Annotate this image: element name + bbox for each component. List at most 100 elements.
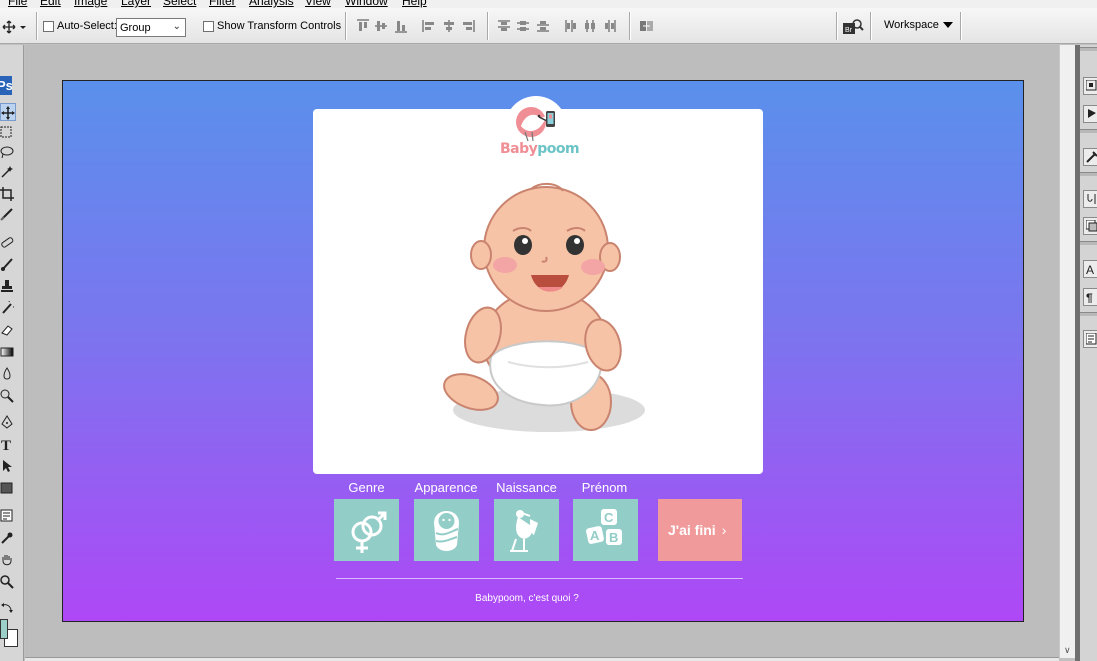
gender-icon	[351, 511, 387, 553]
brand-logo-text: Babypoom	[500, 141, 580, 157]
svg-text:A: A	[1086, 263, 1094, 275]
menu-filter[interactable]: Filter	[209, 0, 236, 8]
align-top-icon[interactable]	[356, 19, 370, 33]
navigator-icon[interactable]	[1083, 77, 1097, 95]
gradient-tool[interactable]	[0, 343, 16, 361]
distribute-center-icon[interactable]	[516, 19, 530, 33]
chevron-right-icon: ›	[721, 522, 727, 538]
pen-tool[interactable]	[0, 413, 16, 431]
distribute-hcenter-icon[interactable]	[583, 19, 597, 33]
notes-panel-icon[interactable]	[1083, 330, 1097, 348]
done-button-label: J'ai fini	[668, 522, 716, 538]
logo-word-baby: Baby	[500, 141, 538, 157]
svg-text:B: B	[609, 530, 618, 545]
shape-tool[interactable]	[0, 479, 16, 497]
menu-file[interactable]: File	[8, 0, 27, 8]
align-horizontal-center-icon[interactable]	[442, 19, 456, 33]
prenom-button[interactable]: C A B	[573, 499, 638, 561]
photoshop-window: File Edit Image Layer Select Filter Anal…	[0, 0, 1097, 661]
character-icon[interactable]: A	[1083, 260, 1097, 278]
svg-text:¶: ¶	[1086, 291, 1093, 303]
hand-tool[interactable]	[0, 551, 16, 569]
slice-tool[interactable]	[0, 205, 16, 223]
distribute-right-icon[interactable]	[603, 19, 617, 33]
menu-help[interactable]: Help	[402, 0, 427, 8]
menu-analysis[interactable]: Analysis	[249, 0, 294, 8]
dock-divider	[1080, 129, 1097, 133]
dock-grip[interactable]	[1080, 47, 1097, 51]
healing-brush-tool[interactable]	[0, 233, 16, 251]
auto-select-checkbox[interactable]	[43, 21, 54, 32]
brush-tool[interactable]	[0, 255, 16, 273]
naissance-button[interactable]	[494, 499, 559, 561]
auto-select-dropdown[interactable]: Group ⌄	[116, 18, 186, 37]
about-link[interactable]: Babypoom, c'est quoi ?	[336, 593, 718, 604]
align-right-icon[interactable]	[461, 19, 475, 33]
layer-comps-icon[interactable]	[1083, 217, 1097, 235]
abc-blocks-icon: C A B	[586, 509, 622, 545]
menu-select[interactable]: Select	[163, 0, 196, 8]
distribute-left-icon[interactable]	[564, 19, 578, 33]
options-separator	[629, 12, 630, 40]
move-tool-preset-icon[interactable]	[2, 20, 28, 34]
svg-text:Br: Br	[845, 27, 853, 34]
lasso-tool[interactable]	[0, 143, 16, 161]
menu-edit[interactable]: Edit	[40, 0, 61, 8]
bridge-icon[interactable]: Br	[842, 18, 864, 34]
eyedropper-tool[interactable]	[0, 529, 16, 547]
category-label-naissance: Naissance	[496, 480, 557, 495]
options-separator	[960, 12, 961, 40]
show-transform-checkbox[interactable]	[203, 21, 214, 32]
foreground-color-swatch[interactable]	[0, 619, 8, 639]
done-button[interactable]: J'ai fini ›	[658, 499, 742, 561]
svg-text:C: C	[604, 510, 614, 525]
swaddled-baby-icon	[434, 511, 459, 551]
workspace-button[interactable]: Workspace	[884, 19, 953, 31]
paragraph-icon[interactable]: ¶	[1083, 288, 1097, 306]
zoom-tool[interactable]	[0, 573, 16, 591]
align-vertical-center-icon[interactable]	[374, 19, 388, 33]
horizontal-scrollbar[interactable]	[25, 657, 1059, 661]
distribute-top-icon[interactable]	[497, 19, 511, 33]
eraser-tool[interactable]	[0, 321, 16, 339]
tool-presets-icon[interactable]	[1083, 148, 1097, 166]
genre-button[interactable]	[334, 499, 399, 561]
options-separator	[487, 12, 488, 40]
footer-divider	[336, 578, 743, 579]
align-bottom-icon[interactable]	[394, 19, 408, 33]
move-tool[interactable]	[0, 103, 16, 121]
apparence-button[interactable]	[414, 499, 479, 561]
show-transform-label: Show Transform Controls	[217, 20, 342, 32]
notes-tool[interactable]	[0, 507, 16, 525]
clone-stamp-tool[interactable]	[0, 277, 16, 295]
blur-tool[interactable]	[0, 365, 16, 383]
history-brush-tool[interactable]	[0, 299, 16, 317]
menu-window[interactable]: Window	[345, 0, 388, 8]
stork-icon	[510, 510, 538, 552]
options-separator	[836, 12, 837, 40]
distribute-bottom-icon[interactable]	[536, 19, 550, 33]
scroll-down-icon[interactable]: ∨	[1064, 645, 1071, 656]
menu-view[interactable]: View	[305, 0, 331, 8]
dodge-tool[interactable]	[0, 387, 16, 405]
actions-icon[interactable]	[1083, 105, 1097, 123]
brushes-icon[interactable]	[1083, 190, 1097, 208]
photoshop-logo: Ps	[0, 76, 12, 95]
menu-layer[interactable]: Layer	[121, 0, 151, 8]
workspace-label: Workspace	[884, 19, 939, 31]
document-canvas[interactable]: Babypoom Genre Apparence Naissance Préno…	[62, 80, 1024, 622]
swap-colors-icon[interactable]	[0, 599, 16, 617]
panel-dock: A ¶	[1080, 45, 1097, 661]
vertical-scrollbar[interactable]: ∨	[1059, 45, 1075, 658]
type-tool[interactable]: T	[0, 435, 16, 453]
options-separator	[345, 12, 346, 40]
auto-align-layers-icon[interactable]	[639, 19, 655, 33]
baby-illustration	[443, 183, 645, 432]
path-selection-tool[interactable]	[0, 457, 16, 475]
options-separator	[870, 12, 871, 40]
menu-image[interactable]: Image	[74, 0, 107, 8]
crop-tool[interactable]	[0, 185, 16, 203]
marquee-tool[interactable]	[0, 123, 16, 141]
magic-wand-tool[interactable]	[0, 163, 16, 181]
align-left-icon[interactable]	[422, 19, 436, 33]
